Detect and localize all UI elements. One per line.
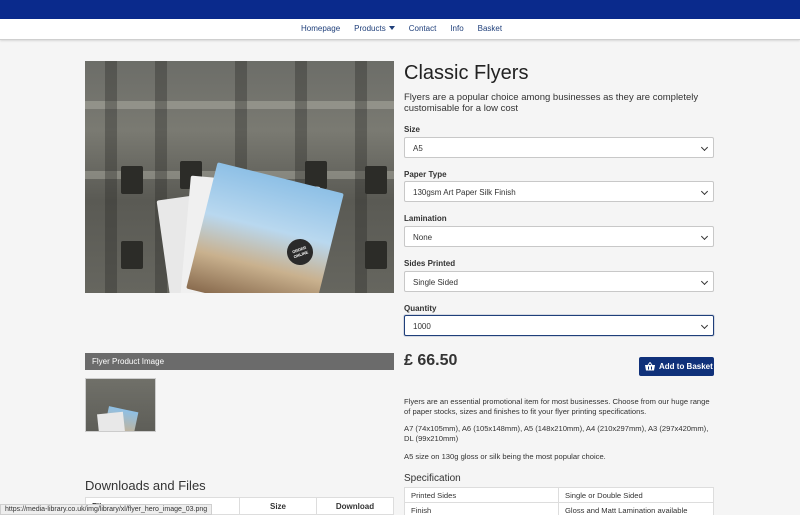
lamination-select-value: None: [413, 233, 433, 242]
nav-products[interactable]: Products: [354, 24, 395, 33]
chevron-down-icon: [700, 187, 709, 196]
size-select[interactable]: A5: [404, 137, 714, 158]
basket-icon: [645, 362, 655, 371]
product-thumbnail[interactable]: [85, 378, 156, 432]
table-row: Finish Gloss and Matt Lamination availab…: [405, 503, 713, 515]
downloads-title: Downloads and Files: [85, 478, 206, 493]
lamination-label: Lamination: [404, 214, 447, 223]
quantity-select[interactable]: 1000: [404, 315, 714, 336]
nav-basket[interactable]: Basket: [478, 24, 502, 33]
product-intro: Flyers are a popular choice among busine…: [404, 92, 699, 114]
main-navigation: Homepage Products Contact Info Basket: [0, 19, 800, 40]
spec-value: Gloss and Matt Lamination available: [565, 506, 688, 515]
product-hero-image[interactable]: ORDER ONLINE: [85, 61, 394, 293]
price-display: £ 66.50: [404, 352, 458, 369]
paper-type-select[interactable]: 130gsm Art Paper Silk Finish: [404, 181, 714, 202]
chevron-down-icon: [388, 26, 395, 30]
paper-type-label: Paper Type: [404, 170, 447, 179]
spec-key: Finish: [405, 503, 559, 515]
description-paragraph-1: Flyers are an essential promotional item…: [404, 397, 710, 416]
chevron-down-icon: [700, 321, 709, 330]
specification-table: Printed Sides Single or Double Sided Fin…: [404, 487, 714, 515]
description-paragraph-3: A5 size on 130g gloss or silk being the …: [404, 452, 606, 461]
image-caption: Flyer Product Image: [85, 353, 394, 370]
downloads-header-size: Size: [240, 498, 317, 514]
quantity-label: Quantity: [404, 304, 437, 313]
nav-contact[interactable]: Contact: [409, 24, 437, 33]
description-paragraph-2: A7 (74x105mm), A6 (105x148mm), A5 (148x2…: [404, 424, 709, 443]
downloads-header-download: Download: [335, 502, 375, 511]
chevron-down-icon: [700, 143, 709, 152]
specification-title: Specification: [404, 473, 461, 484]
paper-type-select-value: 130gsm Art Paper Silk Finish: [413, 188, 516, 197]
chevron-down-icon: [700, 232, 709, 241]
sides-printed-select-value: Single Sided: [413, 278, 458, 287]
nav-info[interactable]: Info: [450, 24, 463, 33]
status-bar-url: https://media-library.co.uk/img/library/…: [0, 504, 213, 515]
table-row: Printed Sides Single or Double Sided: [405, 488, 713, 503]
chevron-down-icon: [700, 277, 709, 286]
quantity-select-value: 1000: [413, 322, 431, 331]
nav-homepage[interactable]: Homepage: [301, 24, 340, 33]
add-to-basket-button[interactable]: Add to Basket: [639, 357, 714, 376]
sides-printed-label: Sides Printed: [404, 259, 456, 268]
size-select-value: A5: [413, 144, 423, 153]
size-label: Size: [404, 125, 421, 134]
spec-value: Single or Double Sided: [565, 491, 643, 500]
lamination-select[interactable]: None: [404, 226, 714, 247]
spec-key: Printed Sides: [405, 488, 559, 502]
page-title: Classic Flyers: [404, 62, 529, 84]
nav-products-label: Products: [354, 24, 386, 33]
add-to-basket-label: Add to Basket: [659, 362, 713, 371]
sides-printed-select[interactable]: Single Sided: [404, 271, 714, 292]
top-brand-bar: [0, 0, 800, 19]
